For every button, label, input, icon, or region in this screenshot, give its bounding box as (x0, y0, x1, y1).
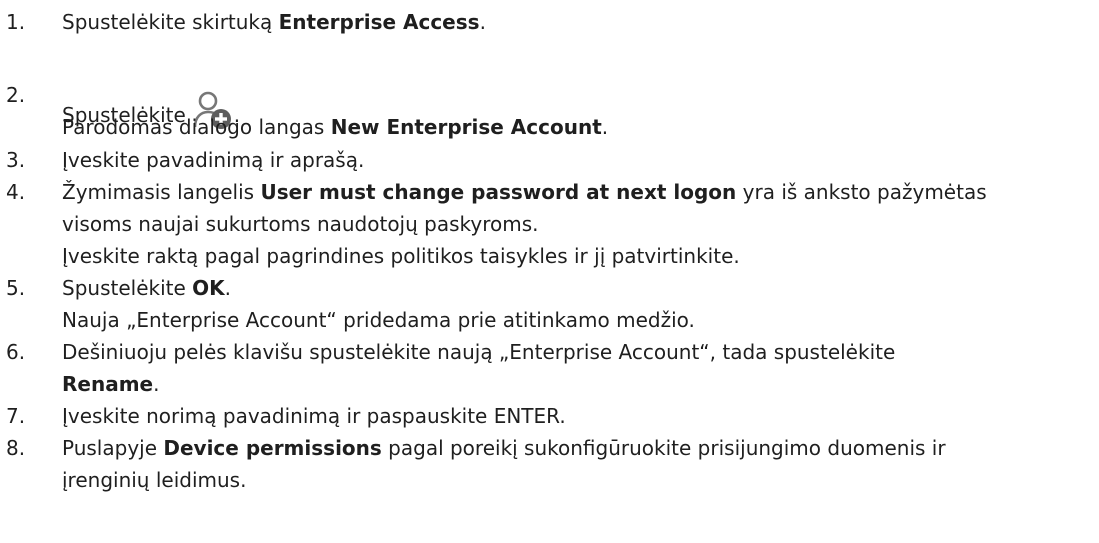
ui-term: New Enterprise Account (330, 115, 602, 139)
text-run: Įveskite raktą pagal pagrindines politik… (62, 244, 740, 268)
step-number: 8. (6, 436, 26, 460)
text-run: pagal poreikį sukonfigūruokite prisijung… (381, 436, 946, 460)
step-number: 7. (6, 404, 26, 428)
text-run: Įveskite norimą pavadinimą ir paspauskit… (62, 404, 566, 428)
text-run: Nauja „Enterprise Account“ pridedama pri… (62, 308, 695, 332)
step-line: Spustelėkite OK. (62, 276, 231, 300)
step-number: 5. (6, 276, 26, 300)
step-number: 3. (6, 148, 26, 172)
step-line: Nauja „Enterprise Account“ pridedama pri… (62, 308, 695, 332)
ui-term: Enterprise Access (278, 10, 480, 34)
text-run: Spustelėkite (62, 276, 193, 300)
text-run: yra iš anksto pažymėtas (736, 180, 987, 204)
text-run: . (153, 372, 160, 396)
step-number: 6. (6, 340, 26, 364)
text-run: Puslapyje (62, 436, 164, 460)
step-line: Dešiniuoju pelės klavišu spustelėkite na… (62, 340, 895, 364)
step-number: 4. (6, 180, 26, 204)
step-line: Puslapyje Device permissions pagal porei… (62, 436, 946, 460)
text-run: . (601, 115, 609, 139)
step-line: Įveskite norimą pavadinimą ir paspauskit… (62, 404, 566, 428)
text-run: . (224, 276, 231, 300)
step-line: Spustelėkite skirtuką Enterprise Access. (62, 10, 486, 34)
text-run: Spustelėkite skirtuką (62, 10, 279, 34)
text-run: įrenginių leidimus. (62, 468, 247, 492)
step-line: Įveskite pavadinimą ir aprašą. (62, 148, 364, 172)
ui-term: Device permissions (163, 436, 382, 460)
step-line: Rename. (62, 372, 159, 396)
ui-term: OK (192, 276, 225, 300)
text-run: . (479, 10, 486, 34)
step-line: Įveskite raktą pagal pagrindines politik… (62, 244, 740, 268)
text-run: Parodomas dialogo langas (62, 115, 331, 139)
step-line: Parodomas dialogo langas New Enterprise … (62, 115, 608, 139)
ui-term: User must change password at next logon (260, 180, 737, 204)
text-run: visoms naujai sukurtoms naudotojų paskyr… (62, 212, 539, 236)
text-run: Žymimasis langelis (62, 180, 261, 204)
step-line: Žymimasis langelis User must change pass… (62, 180, 987, 204)
text-run: Įveskite pavadinimą ir aprašą. (62, 148, 365, 172)
step-number: 1. (6, 10, 26, 34)
step-number: 2. (6, 83, 26, 107)
text-run: Dešiniuoju pelės klavišu spustelėkite na… (62, 340, 896, 364)
step-line: visoms naujai sukurtoms naudotojų paskyr… (62, 212, 539, 236)
step-line: įrenginių leidimus. (62, 468, 246, 492)
ui-term: Rename (62, 372, 154, 396)
